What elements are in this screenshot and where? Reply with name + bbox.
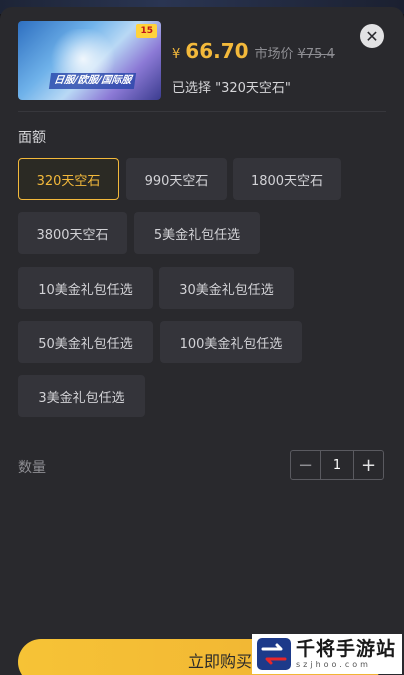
quantity-input[interactable]: [320, 451, 354, 479]
price-currency: ¥: [172, 47, 181, 62]
image-banner: 日服/欧服/国际服: [48, 73, 137, 89]
site-watermark: 千将手游站 szjhoo.com: [252, 634, 402, 674]
product-image: 15 日服/欧服/国际服: [18, 21, 161, 100]
watermark-logo-icon: [256, 637, 292, 671]
option-100-usd-pack[interactable]: 100美金礼包任选: [160, 321, 302, 363]
market-price-value: ¥75.4: [297, 47, 335, 62]
buy-now-label: 立即购买: [187, 652, 252, 671]
denomination-title: 面额: [18, 130, 46, 146]
watermark-subtitle: szjhoo.com: [296, 660, 371, 669]
option-5-usd-pack[interactable]: 5美金礼包任选: [134, 212, 260, 254]
market-price-label: 市场价: [254, 47, 294, 62]
option-10-usd-pack[interactable]: 10美金礼包任选: [18, 267, 153, 309]
purchase-sheet: 15 日服/欧服/国际服 ¥ 66.70 市场价 ¥75.4 已选择 "320天…: [0, 7, 404, 675]
watermark-title: 千将手游站: [296, 638, 397, 660]
close-icon: ✕: [365, 26, 379, 46]
option-3-usd-pack[interactable]: 3美金礼包任选: [18, 375, 145, 417]
price-row: ¥ 66.70 市场价 ¥75.4: [172, 39, 335, 63]
quantity-stepper: − +: [290, 450, 384, 480]
close-button[interactable]: ✕: [360, 24, 384, 48]
price-value: 66.70: [185, 39, 249, 63]
product-header: 15 日服/欧服/国际服 ¥ 66.70 市场价 ¥75.4 已选择 "320天…: [18, 21, 386, 107]
option-30-usd-pack[interactable]: 30美金礼包任选: [159, 267, 294, 309]
minus-icon: −: [297, 454, 314, 476]
selected-option-text: 已选择 "320天空石": [172, 81, 291, 96]
quantity-label: 数量: [18, 460, 46, 476]
option-3800-skystones[interactable]: 3800天空石: [18, 212, 127, 254]
divider: [18, 111, 386, 112]
option-990-skystones[interactable]: 990天空石: [126, 158, 227, 200]
decrement-button[interactable]: −: [291, 451, 320, 479]
option-50-usd-pack[interactable]: 50美金礼包任选: [18, 321, 153, 363]
watermark-text: 千将手游站 szjhoo.com: [296, 638, 396, 670]
plus-icon: +: [360, 454, 377, 476]
option-320-skystones[interactable]: 320天空石: [18, 158, 119, 200]
increment-button[interactable]: +: [354, 451, 383, 479]
option-1800-skystones[interactable]: 1800天空石: [233, 158, 341, 200]
image-badge: 15: [136, 24, 157, 38]
